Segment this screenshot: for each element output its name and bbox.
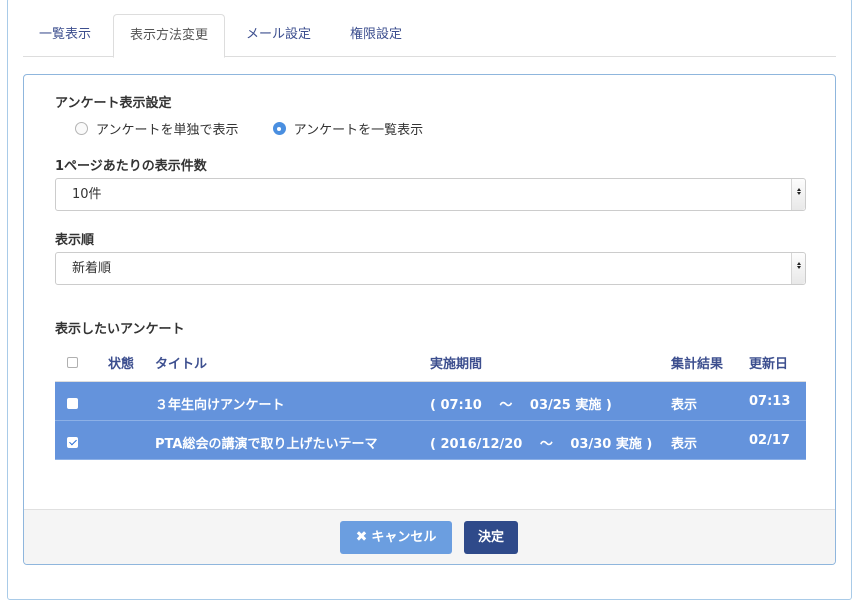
survey-table: 状態 タイトル 実施期間 集計結果 更新日 ３年生向けアンケート ( 07:10… — [55, 342, 806, 460]
per-page-label: 1ページあたりの表示件数 — [55, 159, 207, 174]
sort-order-label: 表示順 — [55, 233, 95, 248]
per-page-select[interactable]: 10件 — [55, 178, 806, 211]
confirm-button-label: 決定 — [477, 530, 504, 545]
sort-order-select[interactable]: 新着順 — [55, 252, 806, 285]
cancel-button-label: キャンセル — [371, 530, 437, 545]
confirm-button[interactable]: 決定 — [464, 521, 518, 554]
tab-permission-settings[interactable]: 権限設定 — [334, 14, 418, 57]
close-icon: ✖ — [355, 529, 368, 545]
radio-list-view[interactable]: アンケートを一覧表示 — [272, 119, 453, 138]
radio-single-view-label: アンケートを単独で表示 — [96, 123, 239, 138]
tab-display-method[interactable]: 表示方法変更 — [113, 14, 226, 58]
header-updated: 更新日 — [749, 357, 789, 372]
panel-footer: ✖ キャンセル 決定 — [24, 509, 835, 564]
header-period: 実施期間 — [430, 357, 483, 372]
row-checkbox-box[interactable] — [67, 398, 78, 409]
table-row[interactable]: PTA総会の講演で取り上げたいテーマ ( 2016/12/20 〜 03/30 … — [55, 421, 806, 460]
sort-order-selected-value: 新着順 — [72, 261, 112, 276]
select-all-checkbox[interactable] — [67, 357, 78, 372]
select-all-checkbox-box[interactable] — [67, 357, 78, 368]
tab-bar: 一覧表示 表示方法変更 メール設定 権限設定 — [23, 14, 836, 58]
row-updated: 07:13 — [749, 394, 791, 409]
row-checkbox-box[interactable] — [67, 437, 78, 448]
survey-table-title: 表示したいアンケート — [55, 322, 185, 337]
radio-single-view[interactable]: アンケートを単独で表示 — [75, 119, 268, 138]
header-result: 集計結果 — [671, 357, 724, 372]
settings-panel: アンケート表示設定 アンケートを単独で表示 アンケートを一覧表示 1ページあたり… — [23, 74, 836, 565]
row-title[interactable]: ３年生向けアンケート — [155, 394, 284, 413]
row-title[interactable]: PTA総会の講演で取り上げたいテーマ — [155, 433, 377, 452]
per-page-selected-value: 10件 — [72, 187, 102, 202]
cancel-button[interactable]: ✖ キャンセル — [340, 521, 452, 554]
header-title: タイトル — [155, 357, 208, 372]
header-status: 状態 — [108, 357, 135, 372]
row-result[interactable]: 表示 — [671, 433, 697, 452]
radio-list-view-label: アンケートを一覧表示 — [293, 123, 424, 138]
row-checkbox[interactable] — [67, 398, 78, 413]
radio-list-view-button[interactable] — [272, 122, 286, 135]
select-arrows-icon — [791, 179, 805, 210]
display-mode-radio-group: アンケートを単独で表示 アンケートを一覧表示 — [75, 119, 453, 139]
table-row[interactable]: ３年生向けアンケート ( 07:10 〜 03/25 実施 ) 表示 07:13 — [55, 382, 806, 421]
row-updated: 02/17 — [749, 433, 790, 448]
select-arrows-icon — [791, 253, 805, 284]
row-period: ( 2016/12/20 〜 03/30 実施 ) — [430, 437, 653, 452]
row-period: ( 07:10 〜 03/25 実施 ) — [430, 398, 612, 413]
row-result[interactable]: 表示 — [671, 394, 697, 413]
row-checkbox[interactable] — [67, 437, 78, 452]
tab-list-view[interactable]: 一覧表示 — [23, 14, 107, 57]
display-settings-label: アンケート表示設定 — [55, 96, 172, 111]
table-header: 状態 タイトル 実施期間 集計結果 更新日 — [55, 342, 806, 382]
tab-mail-settings[interactable]: メール設定 — [230, 14, 327, 57]
radio-single-view-button[interactable] — [75, 122, 88, 135]
